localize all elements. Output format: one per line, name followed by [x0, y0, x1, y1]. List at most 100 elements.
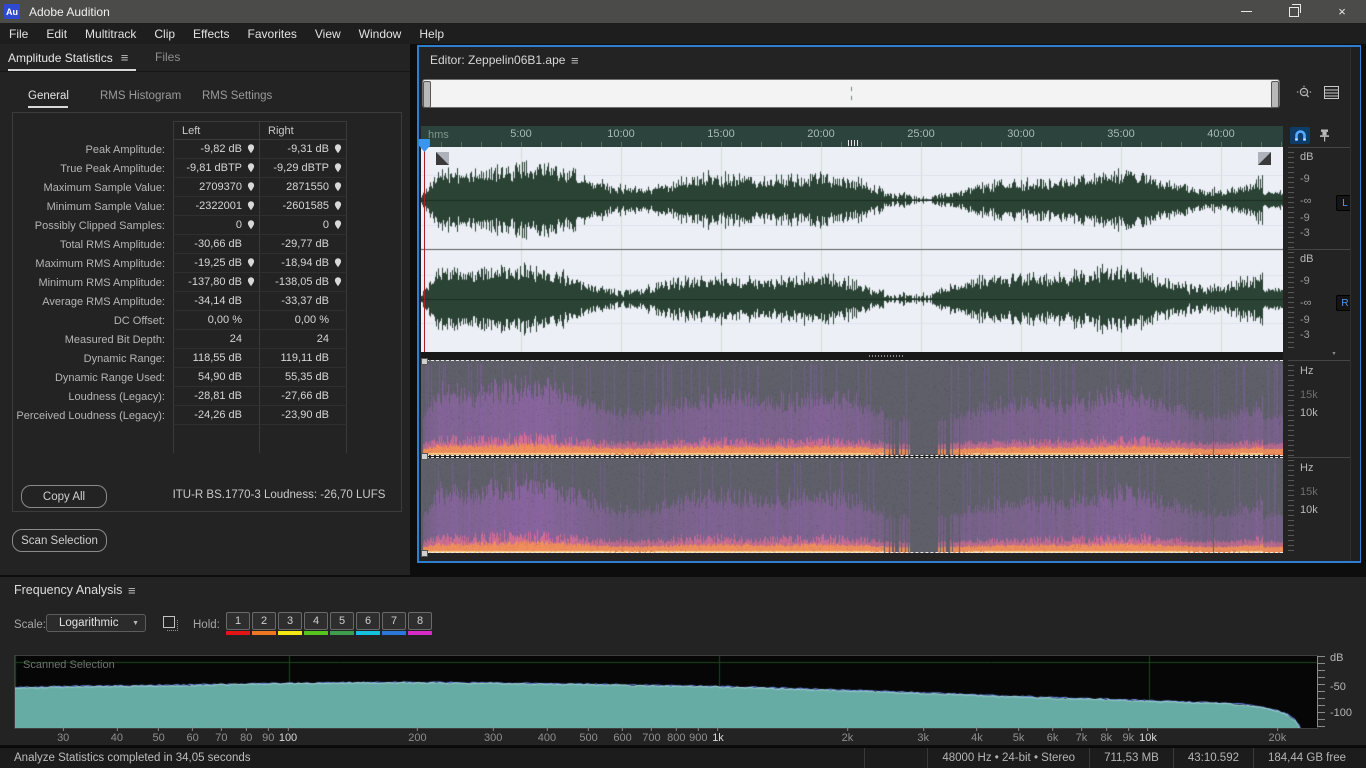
frequency-axis-tick: 300 — [484, 727, 502, 744]
menu-item[interactable]: File — [0, 23, 37, 44]
menu-item[interactable]: Favorites — [239, 23, 306, 44]
hold-button[interactable]: 2 — [252, 612, 276, 635]
pin-marker-icon[interactable] — [332, 163, 344, 173]
tab-files[interactable]: Files — [155, 50, 180, 64]
ruler-label: -3 — [1300, 227, 1310, 239]
fade-out-handle[interactable] — [1258, 152, 1271, 165]
timeline-marker-cluster[interactable] — [848, 140, 860, 146]
amplitude-ruler[interactable]: dB -9 -∞ -9 -3 dB -9 -∞ -9 -3 L R — [1288, 147, 1354, 352]
hold-button[interactable]: 7 — [382, 612, 406, 635]
ruler-label: Hz — [1300, 365, 1314, 377]
hold-color-bar — [226, 631, 250, 635]
pin-marker-icon[interactable] — [245, 220, 257, 230]
overview-zoom-bar[interactable] — [422, 79, 1280, 108]
menu-item[interactable]: Clip — [145, 23, 184, 44]
tick-mark — [116, 727, 118, 731]
column-header-left: Left — [173, 121, 260, 140]
frequency-ruler[interactable]: Hz 15k 10k Hz 15k 10k — [1288, 360, 1350, 553]
menu-item[interactable]: Multitrack — [76, 23, 145, 44]
pin-marker-icon[interactable] — [332, 201, 344, 211]
ruler-label: -3 — [1300, 329, 1310, 341]
pin-marker-icon[interactable] — [332, 220, 344, 230]
waveform-display[interactable] — [421, 147, 1283, 352]
pin-marker-icon[interactable] — [245, 163, 257, 173]
stat-value-right: -33,37 dB — [260, 292, 347, 311]
pin-marker-icon[interactable] — [245, 258, 257, 268]
stat-value-right: -23,90 dB — [260, 406, 347, 425]
spectrogram-display[interactable] — [421, 360, 1283, 553]
marker-pin-icon[interactable] — [1317, 128, 1331, 143]
pin-marker-icon[interactable] — [245, 182, 257, 192]
tab-amplitude-statistics[interactable]: Amplitude Statistics ≡ — [8, 50, 128, 65]
vertical-scrollbar[interactable] — [1350, 47, 1360, 561]
menu-item[interactable]: Edit — [37, 23, 76, 44]
timeline-tick-label: 30:00 — [1007, 128, 1035, 140]
hold-color-bar — [252, 631, 276, 635]
tick-mark — [697, 727, 699, 731]
frequency-axis-tick: 500 — [579, 727, 598, 744]
zoom-navigate-icon[interactable] — [1295, 85, 1313, 104]
tick-mark — [622, 727, 624, 731]
pin-marker-icon[interactable] — [332, 277, 344, 287]
tick-mark — [1080, 727, 1082, 731]
hold-color-bar — [356, 631, 380, 635]
menu-item[interactable]: Effects — [184, 23, 238, 44]
subtab-rms-histogram[interactable]: RMS Histogram — [100, 90, 181, 102]
copy-all-button[interactable]: Copy All — [21, 485, 107, 508]
stat-value-left: 2709370 — [173, 178, 260, 197]
tick-mark — [1147, 727, 1149, 731]
snap-magnet-icon[interactable] — [1290, 127, 1310, 144]
restore-button[interactable] — [1270, 0, 1318, 23]
minimize-icon — [1240, 11, 1252, 12]
selection-handle[interactable] — [421, 358, 428, 365]
overview-waveform[interactable] — [429, 81, 1273, 106]
timeline-ruler[interactable]: hms 5:00 10:00 15:00 20:00 25:00 30:00 3… — [421, 126, 1283, 147]
close-button[interactable]: × — [1318, 0, 1366, 23]
hold-button[interactable]: 3 — [278, 612, 302, 635]
hold-button[interactable]: 1 — [226, 612, 250, 635]
copy-graph-icon[interactable] — [163, 616, 178, 631]
frequency-axis-tick: 7k — [1076, 727, 1087, 744]
panel-menu-icon[interactable]: ≡ — [128, 583, 136, 598]
frequency-chart[interactable]: Scanned Selection — [14, 655, 1318, 729]
scale-dropdown[interactable]: Logarithmic ▼ — [46, 614, 146, 632]
subtab-general[interactable]: General — [28, 90, 69, 102]
selection-handle[interactable] — [421, 550, 428, 557]
view-splitter[interactable] — [421, 352, 1283, 360]
hold-button[interactable]: 4 — [304, 612, 328, 635]
subtab-rms-settings[interactable]: RMS Settings — [202, 90, 272, 102]
tick-mark — [1052, 727, 1054, 731]
scan-selection-button[interactable]: Scan Selection — [12, 529, 107, 552]
stat-value-left: -19,25 dB — [173, 254, 260, 273]
frequency-axis-tick: 90 — [262, 727, 274, 744]
menu-item[interactable]: Help — [410, 23, 453, 44]
stat-value-right: -27,66 dB — [260, 387, 347, 406]
hold-button[interactable]: 6 — [356, 612, 380, 635]
minimize-button[interactable] — [1222, 0, 1270, 23]
overview-left-handle[interactable] — [423, 81, 431, 108]
ruler-label: dB — [1300, 253, 1314, 265]
panel-menu-icon[interactable]: ≡ — [121, 50, 129, 65]
menu-item[interactable]: Window — [350, 23, 411, 44]
pin-marker-icon[interactable] — [245, 144, 257, 154]
fade-in-handle[interactable] — [436, 152, 449, 165]
stat-value-left: 24 — [173, 330, 260, 349]
pin-marker-icon[interactable] — [245, 277, 257, 287]
frequency-axis-tick: 900 — [689, 727, 707, 744]
overview-right-handle[interactable] — [1271, 81, 1279, 108]
frequency-axis-tick: 100 — [279, 727, 297, 744]
ruler-label: 15k — [1300, 389, 1318, 401]
editor-display-options-icon[interactable] — [1324, 86, 1339, 102]
hold-color-bar — [304, 631, 328, 635]
frequency-chart-canvas[interactable] — [15, 656, 1317, 728]
menu-item[interactable]: View — [306, 23, 350, 44]
hold-button[interactable]: 8 — [408, 612, 432, 635]
splitter-grip[interactable] — [869, 355, 905, 357]
pin-marker-icon[interactable] — [332, 258, 344, 268]
pin-marker-icon[interactable] — [332, 144, 344, 154]
pin-marker-icon[interactable] — [245, 201, 257, 211]
selection-handle[interactable] — [421, 453, 428, 460]
editor-panel-menu-icon[interactable]: ≡ — [571, 53, 579, 68]
pin-marker-icon[interactable] — [332, 182, 344, 192]
hold-button[interactable]: 5 — [330, 612, 354, 635]
